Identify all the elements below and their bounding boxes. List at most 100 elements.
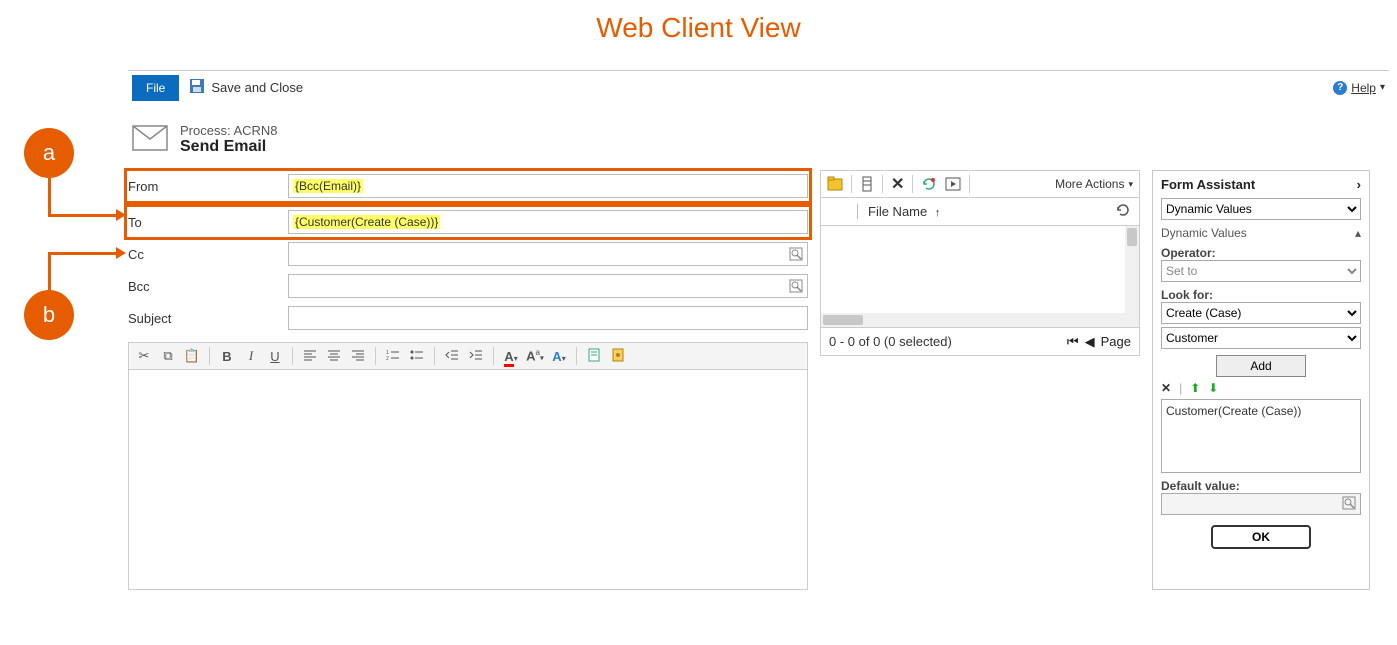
- form-title: Send Email: [180, 138, 278, 156]
- grid-status-text: 0 - 0 of 0 (0 selected): [829, 334, 952, 349]
- delete-icon[interactable]: ✕: [891, 174, 904, 194]
- lookfor-label: Look for:: [1161, 288, 1361, 302]
- lookup-icon[interactable]: [787, 245, 805, 263]
- attachment-views-icon[interactable]: [860, 176, 874, 192]
- filename-column-header[interactable]: File Name ↑: [857, 204, 940, 219]
- indent-icon[interactable]: [467, 348, 485, 365]
- bcc-row: Bcc: [128, 270, 808, 302]
- refresh-process-icon[interactable]: [921, 176, 937, 192]
- file-menu-button[interactable]: File: [132, 75, 179, 101]
- cc-field[interactable]: [288, 242, 808, 266]
- separator: [576, 347, 577, 365]
- lookup-icon[interactable]: [1342, 496, 1358, 512]
- envelope-icon: [132, 125, 168, 154]
- from-row: From {Bcc(Email)}: [128, 170, 808, 202]
- save-and-close-label: Save and Close: [211, 80, 303, 95]
- bcc-label: Bcc: [128, 279, 288, 294]
- separator: [292, 347, 293, 365]
- to-row: To {Customer(Create (Case))}: [128, 206, 808, 238]
- callout-b: b: [24, 290, 74, 340]
- arrow-icon: [116, 209, 126, 221]
- list-item[interactable]: Customer(Create (Case)): [1166, 404, 1356, 418]
- highlight-color-icon[interactable]: A▾: [502, 349, 520, 364]
- prev-page-icon[interactable]: ◀: [1085, 334, 1095, 350]
- copy-icon[interactable]: ⧉: [159, 348, 177, 364]
- page-label: Page: [1101, 334, 1131, 349]
- separator: [969, 175, 970, 193]
- remove-icon[interactable]: ✕: [1161, 381, 1171, 395]
- align-right-icon[interactable]: [349, 348, 367, 365]
- chevron-down-icon: ▾: [1128, 179, 1133, 190]
- from-field[interactable]: {Bcc(Email)}: [288, 174, 808, 198]
- cc-label: Cc: [128, 247, 288, 262]
- dynamic-values-section-label: Dynamic Values: [1161, 226, 1247, 240]
- from-label: From: [128, 179, 288, 194]
- to-label: To: [128, 215, 288, 230]
- collapse-icon[interactable]: ▴: [1355, 226, 1361, 240]
- attachment-grid-header: File Name ↑: [820, 198, 1140, 226]
- add-button[interactable]: Add: [1216, 355, 1306, 377]
- lookup-icon[interactable]: [787, 277, 805, 295]
- cc-row: Cc: [128, 238, 808, 270]
- underline-button[interactable]: U: [266, 349, 284, 364]
- form-assistant-title: Form Assistant: [1161, 177, 1255, 192]
- svg-text:2: 2: [386, 356, 389, 362]
- cut-icon[interactable]: ✂: [135, 348, 153, 364]
- align-center-icon[interactable]: [325, 348, 343, 365]
- subject-row: Subject: [128, 302, 808, 334]
- separator: [493, 347, 494, 365]
- default-value-field[interactable]: [1161, 493, 1361, 515]
- new-attachment-icon[interactable]: [827, 176, 843, 192]
- default-value-label: Default value:: [1161, 479, 1361, 493]
- outdent-icon[interactable]: [443, 348, 461, 365]
- bold-button[interactable]: B: [218, 349, 236, 364]
- bcc-field[interactable]: [288, 274, 808, 298]
- insert-article-icon[interactable]: [609, 348, 627, 365]
- chevron-right-icon[interactable]: ›: [1357, 177, 1361, 192]
- assistant-mode-select[interactable]: Dynamic Values: [1161, 198, 1361, 220]
- operator-label: Operator:: [1161, 246, 1361, 260]
- insert-template-icon[interactable]: [585, 348, 603, 365]
- more-actions-label: More Actions: [1055, 177, 1124, 191]
- dynamic-values-list[interactable]: Customer(Create (Case)): [1161, 399, 1361, 473]
- separator: [375, 347, 376, 365]
- font-size-icon[interactable]: Aa▾: [526, 348, 544, 363]
- italic-button[interactable]: I: [242, 348, 260, 364]
- move-down-icon[interactable]: ⬇: [1208, 381, 1218, 395]
- separator: [912, 175, 913, 193]
- separator: [434, 347, 435, 365]
- run-workflow-icon[interactable]: [945, 176, 961, 192]
- top-toolbar: File Save and Close ? Help ▾: [128, 71, 1389, 105]
- page-heading: Web Client View: [0, 0, 1397, 54]
- connector: [48, 214, 118, 217]
- align-left-icon[interactable]: [301, 348, 319, 365]
- process-line: Process: ACRN8: [180, 123, 278, 138]
- first-page-icon[interactable]: ⏮: [1067, 334, 1079, 350]
- numbered-list-icon[interactable]: 12: [384, 348, 402, 365]
- ok-button[interactable]: OK: [1211, 525, 1311, 549]
- connector: [48, 178, 51, 216]
- refresh-icon[interactable]: [1115, 202, 1131, 221]
- editor-body[interactable]: [128, 370, 808, 590]
- email-form: From {Bcc(Email)} To {Customer(Create (C…: [128, 170, 808, 590]
- save-icon: [189, 78, 205, 97]
- subject-label: Subject: [128, 311, 288, 326]
- to-field[interactable]: {Customer(Create (Case))}: [288, 210, 808, 234]
- horizontal-scrollbar[interactable]: [821, 313, 1125, 327]
- main-columns: From {Bcc(Email)} To {Customer(Create (C…: [128, 170, 1389, 590]
- vertical-scrollbar[interactable]: [1125, 226, 1139, 327]
- bulleted-list-icon[interactable]: [408, 348, 426, 365]
- subject-field[interactable]: [288, 306, 808, 330]
- move-up-icon[interactable]: ⬆: [1190, 381, 1200, 395]
- help-icon: ?: [1333, 81, 1347, 95]
- lookfor-attribute-select[interactable]: Customer: [1161, 327, 1361, 349]
- attachment-toolbar: ✕ More Actions ▾: [820, 170, 1140, 198]
- operator-select[interactable]: Set to: [1161, 260, 1361, 282]
- font-color-icon[interactable]: A▾: [550, 349, 568, 364]
- more-actions-menu[interactable]: More Actions ▾: [1055, 177, 1133, 191]
- help-menu[interactable]: ? Help ▾: [1333, 81, 1385, 95]
- arrow-icon: [116, 247, 126, 259]
- lookfor-entity-select[interactable]: Create (Case): [1161, 302, 1361, 324]
- save-and-close-button[interactable]: Save and Close: [189, 78, 303, 97]
- paste-icon[interactable]: 📋: [183, 348, 201, 364]
